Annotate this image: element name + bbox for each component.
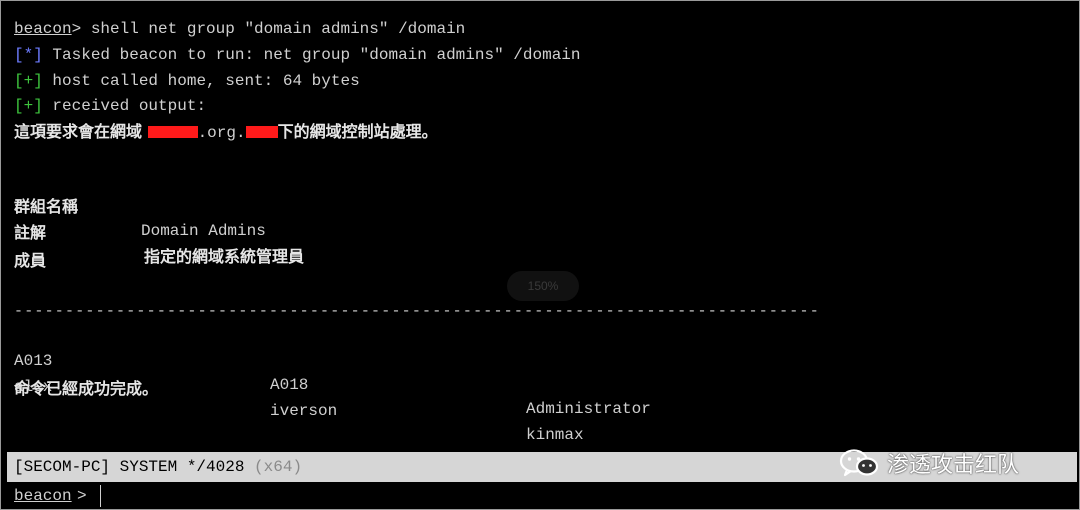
- sent-tag: [+]: [14, 72, 43, 90]
- request-suffix: 下的網域控制站處理。: [277, 122, 438, 141]
- comment-row: 註解 指定的網域系統管理員: [14, 197, 714, 266]
- tasked-text: Tasked beacon to run: net group "domain …: [42, 46, 581, 64]
- beacon-console-window: beacon> shell net group "domain admins" …: [0, 0, 1080, 510]
- session-status-text: [SECOM-PC] SYSTEM */4028: [14, 458, 245, 476]
- sent-text: host called home, sent: 64 bytes: [42, 72, 360, 90]
- members-row: A013 A018 Administrator: [14, 325, 914, 418]
- command-input[interactable]: [100, 485, 1077, 507]
- command-line: beacon> shell net group "domain admins" …: [14, 17, 465, 41]
- request-domain-mid: .org.: [197, 124, 246, 142]
- input-prompt-gt: >: [77, 487, 87, 505]
- input-prompt: beacon: [14, 487, 72, 505]
- zoom-level-badge: 150%: [507, 271, 579, 301]
- member-name: A018: [270, 376, 309, 394]
- completed-text: 命令已經成功完成。: [14, 379, 159, 398]
- redaction-bar: [147, 126, 198, 138]
- member-name: iverson: [270, 402, 338, 420]
- command-input-bar[interactable]: beacon >: [7, 484, 1077, 508]
- tasked-tag: [*]: [14, 46, 43, 64]
- comment-label: 註解: [14, 223, 47, 242]
- member-name: kinmax: [526, 426, 584, 444]
- received-line: [+] received output:: [14, 94, 206, 118]
- redaction-bar: [245, 126, 278, 138]
- console-output: beacon> shell net group "domain admins" …: [7, 3, 1077, 451]
- request-prefix: 這項要求會在網域: [14, 122, 148, 141]
- session-arch: (x64): [244, 458, 303, 476]
- watermark-text: 渗透攻击红队: [887, 453, 1020, 478]
- group-name-row: 群組名稱 Domain Admins: [14, 171, 714, 240]
- session-status: [SECOM-PC] SYSTEM */4028 (x64): [14, 452, 302, 482]
- received-tag: [+]: [14, 97, 43, 115]
- members-row: alex iverson kinmax: [14, 351, 914, 444]
- sent-line: [+] host called home, sent: 64 bytes: [14, 69, 360, 93]
- received-text: received output:: [42, 97, 207, 115]
- request-line: 這項要求會在網域 .org. 下的網域控制站處理。: [14, 120, 438, 144]
- member-name: Administrator: [526, 400, 651, 418]
- watermark: 渗透攻击红队: [839, 448, 1019, 478]
- comment-value: 指定的網域系統管理員: [144, 247, 305, 266]
- members-label: 成員: [14, 249, 46, 273]
- separator-line: ----------------------------------------…: [14, 303, 820, 320]
- completed-line: 命令已經成功完成。: [14, 377, 158, 401]
- command-text: shell net group "domain admins" /domain: [81, 20, 466, 38]
- members-label-text: 成員: [14, 251, 47, 270]
- wechat-icon: [839, 449, 879, 477]
- command-prompt-gt: >: [71, 20, 82, 38]
- group-name-value: Domain Admins: [141, 222, 266, 240]
- command-prompt: beacon: [14, 20, 72, 38]
- tasked-line: [*] Tasked beacon to run: net group "dom…: [14, 43, 581, 67]
